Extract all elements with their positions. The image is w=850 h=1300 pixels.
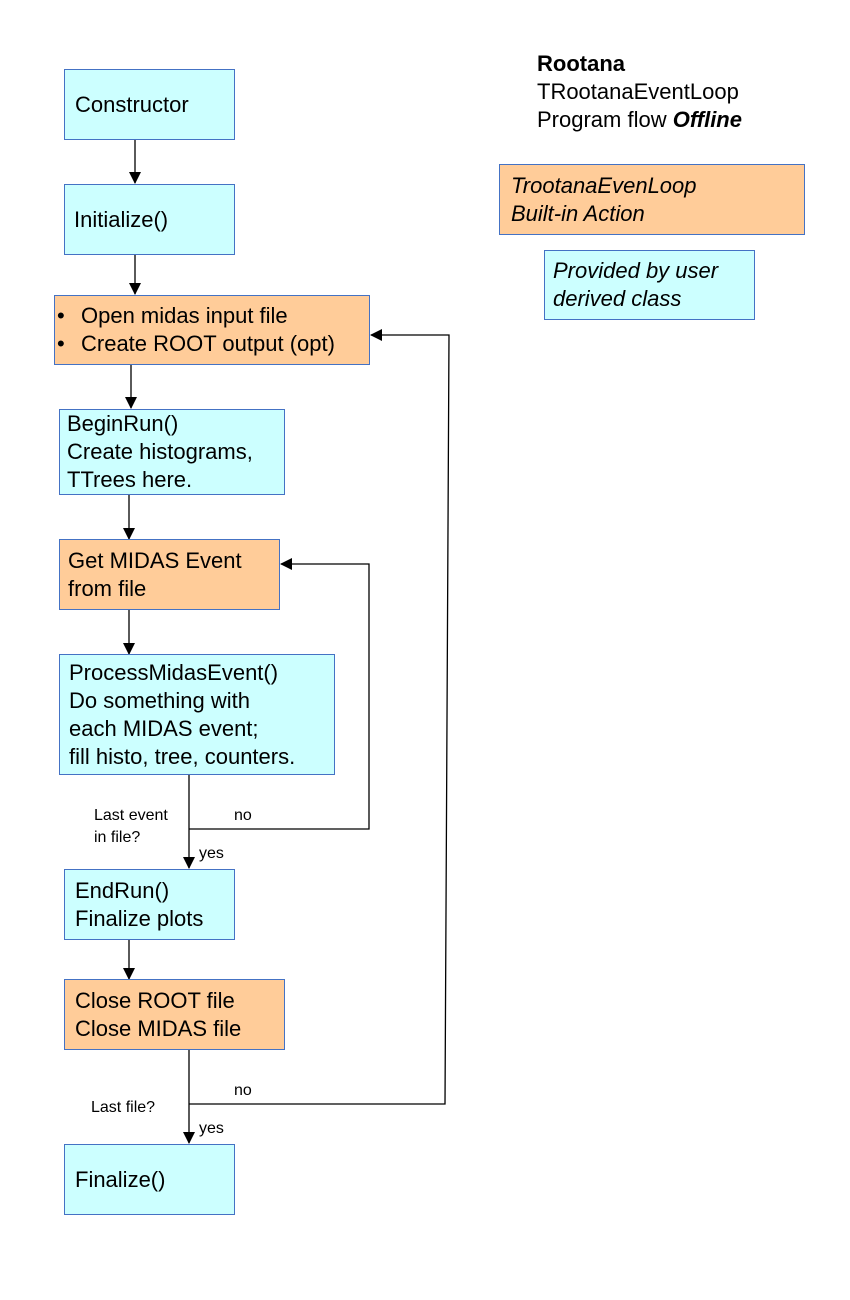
node-process-event-line2: Do something with xyxy=(69,687,250,713)
node-begin-run: BeginRun() Create histograms, TTrees her… xyxy=(59,409,285,495)
node-process-event-line4: fill histo, tree, counters. xyxy=(69,743,296,769)
node-get-event-line2: from file xyxy=(68,575,147,601)
decision-last-file-yes: yes xyxy=(199,1120,224,1137)
node-begin-run-line3: TTrees here. xyxy=(67,467,193,492)
node-get-event: Get MIDAS Event from file xyxy=(59,539,280,610)
decision-last-event-yes: yes xyxy=(199,845,224,862)
node-get-event-line1: Get MIDAS Event xyxy=(68,547,242,573)
decision-last-event-no: no xyxy=(234,807,252,824)
node-close-files-line2: Close MIDAS file xyxy=(75,1015,242,1041)
node-open-files-line2: Create ROOT output (opt) xyxy=(57,330,361,358)
node-initialize: Initialize() xyxy=(64,184,235,255)
node-close-files: Close ROOT file Close MIDAS file xyxy=(64,979,285,1050)
node-end-run: EndRun() Finalize plots xyxy=(64,869,235,940)
decision-last-file-question: Last file? xyxy=(91,1099,156,1116)
node-begin-run-line2: Create histograms, xyxy=(67,439,253,464)
node-constructor: Constructor xyxy=(64,69,235,140)
decision-last-event-line2: in file? xyxy=(94,829,141,846)
decision-last-file-no: no xyxy=(234,1082,252,1099)
node-process-event-line1: ProcessMidasEvent() xyxy=(69,659,279,685)
node-end-run-line2: Finalize plots xyxy=(75,905,204,931)
node-open-files-line1: Open midas input file xyxy=(57,302,361,330)
node-begin-run-line1: BeginRun() xyxy=(67,411,179,436)
node-initialize-label: Initialize() xyxy=(74,206,169,232)
node-process-event-line3: each MIDAS event; xyxy=(69,715,259,741)
node-process-event: ProcessMidasEvent() Do something with ea… xyxy=(59,654,335,775)
decision-last-event-question: Last event in file? xyxy=(94,805,168,849)
node-open-files: Open midas input file Create ROOT output… xyxy=(54,295,370,365)
node-end-run-line1: EndRun() xyxy=(75,877,170,903)
node-constructor-label: Constructor xyxy=(75,91,189,117)
node-finalize: Finalize() xyxy=(64,1144,235,1215)
decision-last-event-line1: Last event xyxy=(94,807,168,824)
node-close-files-line1: Close ROOT file xyxy=(75,987,235,1013)
node-finalize-label: Finalize() xyxy=(75,1166,166,1192)
